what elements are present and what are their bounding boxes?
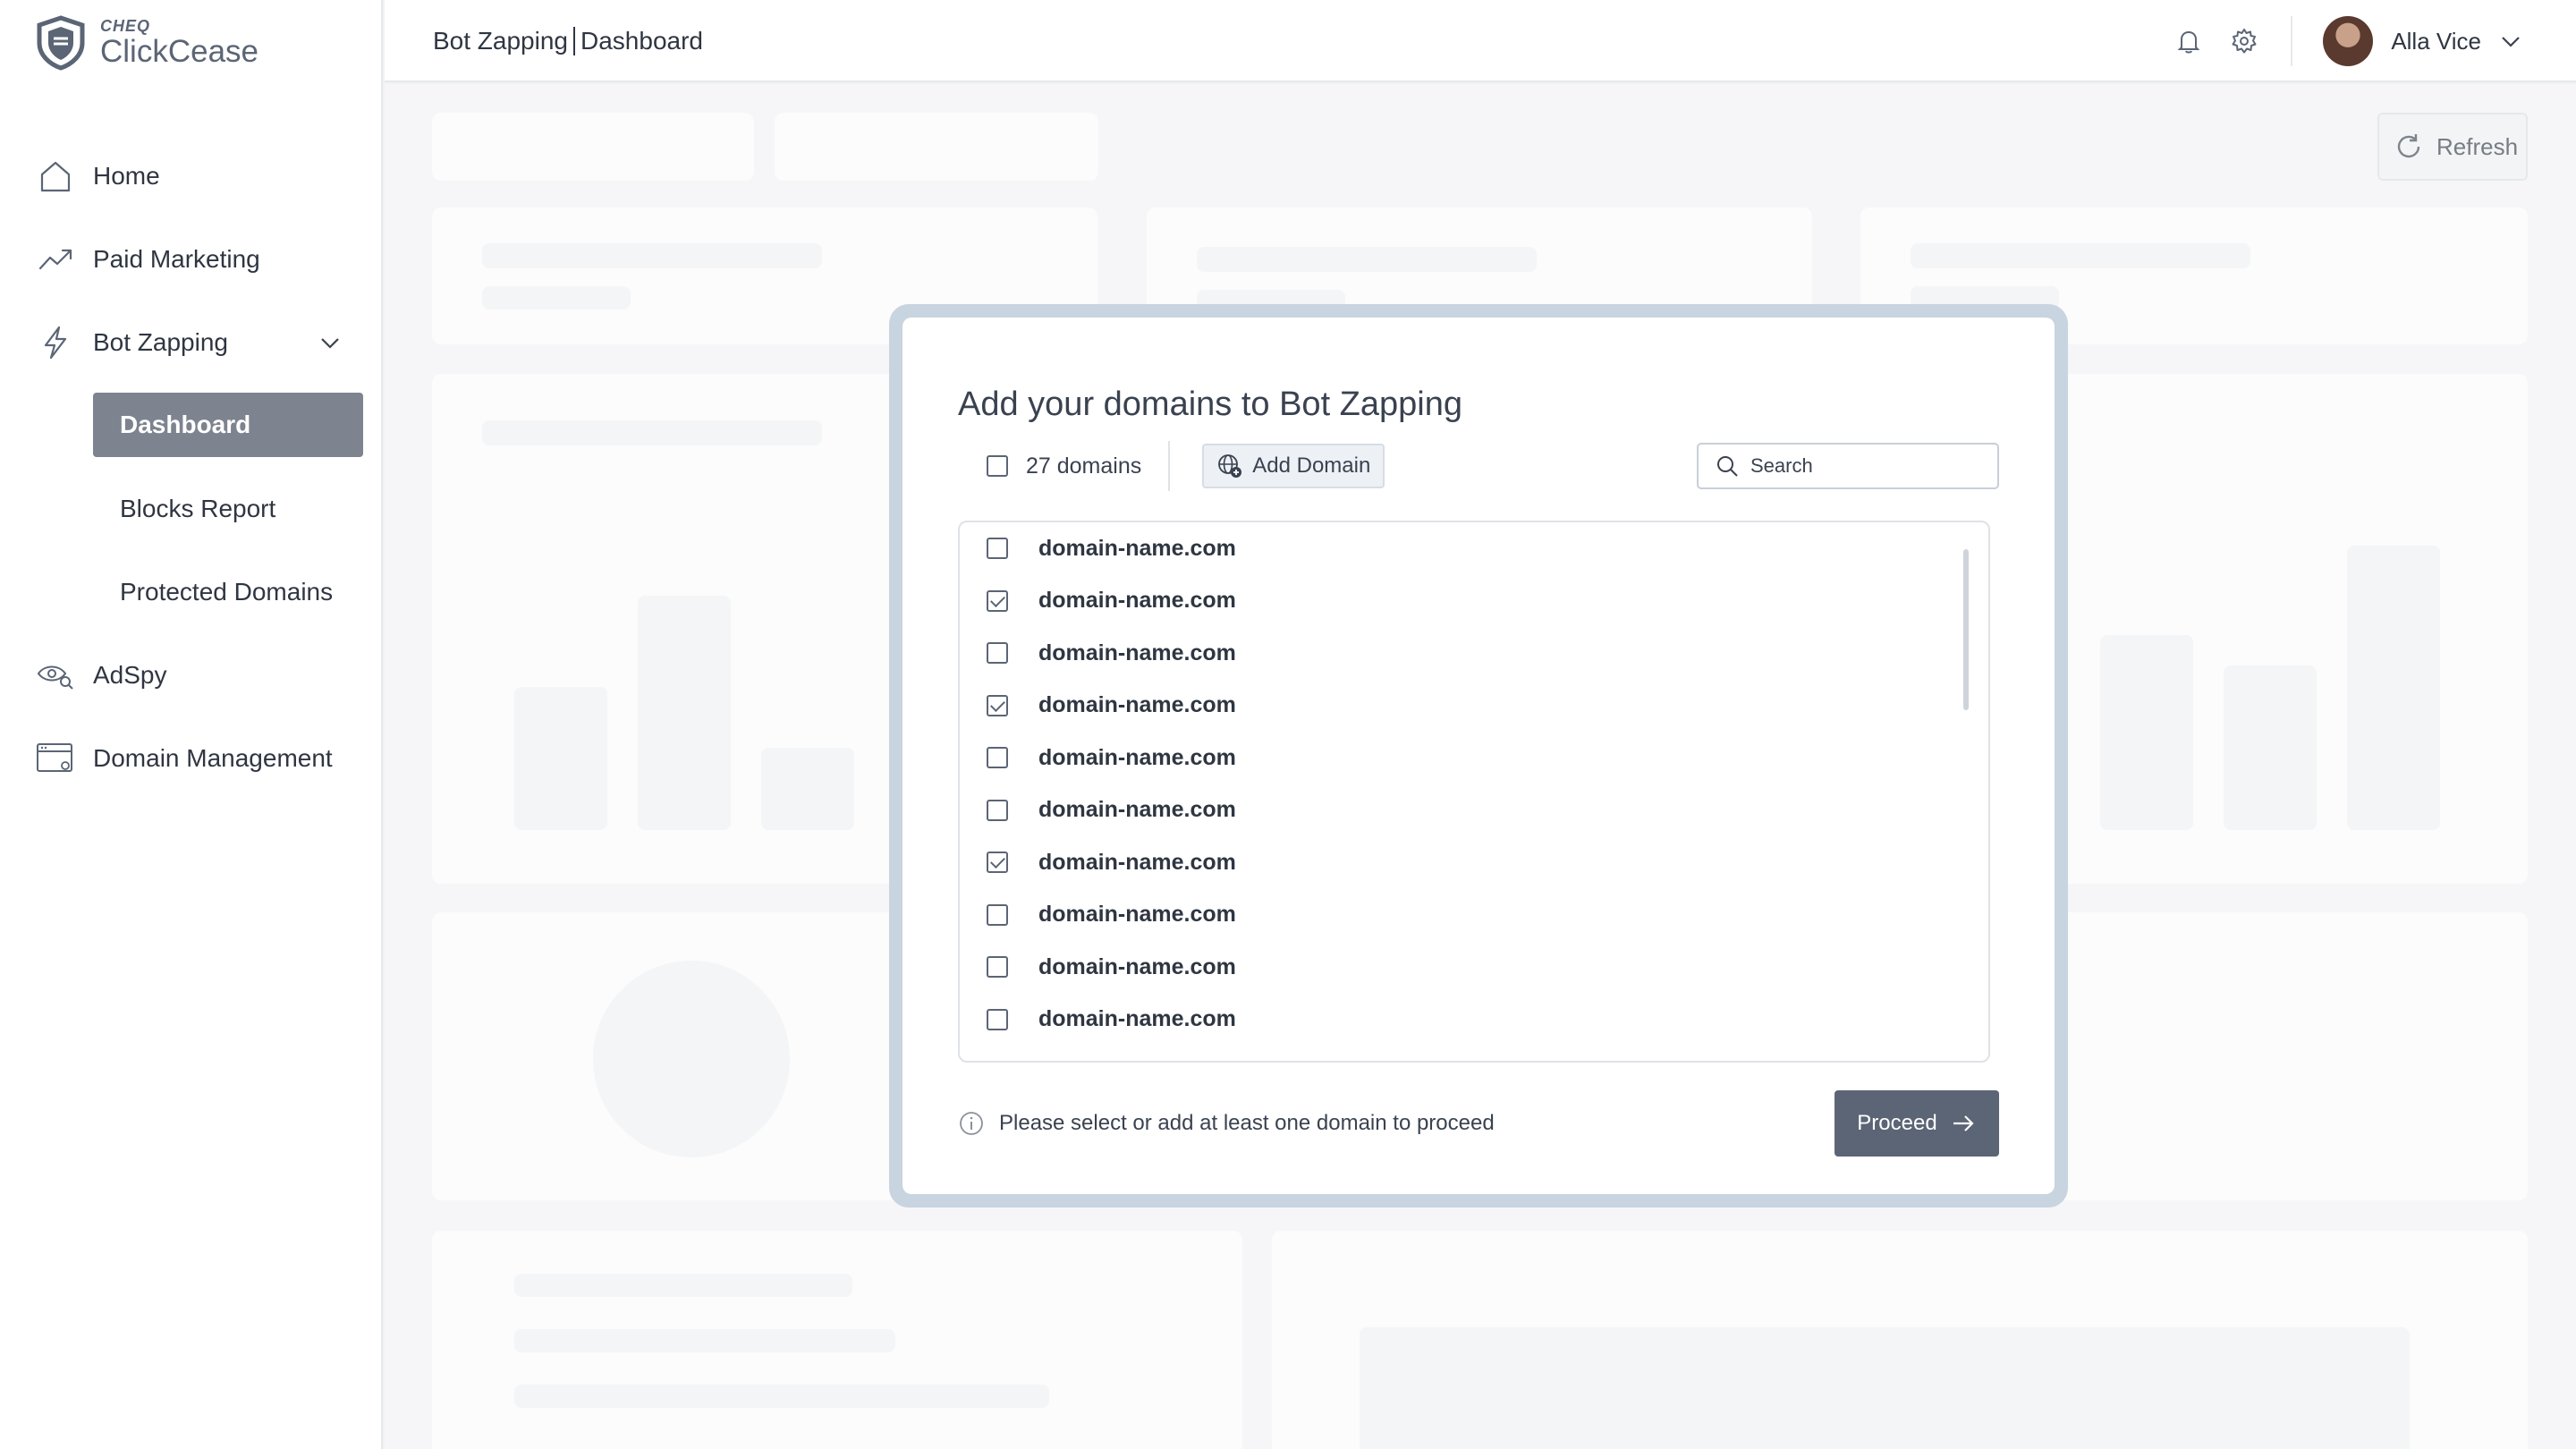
domain-row[interactable]: domain-name.com	[960, 994, 1988, 1046]
modal-title: Add your domains to Bot Zapping	[958, 386, 1463, 423]
domain-row[interactable]: domain-name.com	[960, 889, 1988, 942]
domain-checkbox[interactable]	[987, 852, 1008, 874]
search-input[interactable]	[1750, 454, 1983, 478]
domain-rows: domain-name.com domain-name.com domain-nam…	[960, 522, 1988, 1046]
domain-name: domain-name.com	[1038, 902, 1236, 928]
brand-name: ClickCease	[100, 34, 258, 69]
home-icon	[36, 157, 75, 196]
clickcease-logo[interactable]: CHEQ ClickCease	[32, 14, 258, 72]
trend-up-icon	[36, 240, 75, 279]
domain-row[interactable]: domain-name.com	[960, 575, 1988, 628]
modal-toolbar: 27 domains Add Domain	[958, 441, 1999, 491]
domain-name: domain-name.com	[1038, 849, 1236, 875]
sidebar-subitem-dashboard[interactable]: Dashboard	[93, 393, 363, 457]
domain-name: domain-name.com	[1038, 692, 1236, 718]
breadcrumb-page: Dashboard	[580, 27, 703, 55]
sidebar-item-home[interactable]: Home	[0, 134, 383, 217]
sidebar-item-adspy[interactable]: AdSpy	[0, 633, 383, 716]
add-domains-modal: Add your domains to Bot Zapping 27 domai…	[889, 304, 2068, 1208]
domain-row[interactable]: domain-name.com	[960, 941, 1988, 994]
domain-list[interactable]: domain-name.com domain-name.com domain-nam…	[958, 521, 1990, 1063]
sidebar-subitem-blocks-report[interactable]: Blocks Report	[0, 467, 383, 550]
domain-row[interactable]: domain-name.com	[960, 784, 1988, 837]
domain-name: domain-name.com	[1038, 953, 1236, 979]
domain-checkbox[interactable]	[987, 694, 1008, 716]
sidebar-item-label: Domain Management	[93, 743, 333, 772]
domain-name: domain-name.com	[1038, 797, 1236, 823]
select-all-checkbox[interactable]	[987, 455, 1008, 477]
domain-checkbox[interactable]	[987, 903, 1008, 926]
domain-checkbox[interactable]	[987, 589, 1008, 612]
domain-checkbox[interactable]	[987, 1008, 1008, 1030]
globe-plus-icon	[1218, 454, 1242, 478]
info-icon	[960, 1112, 983, 1135]
modal-body: Add your domains to Bot Zapping 27 domai…	[902, 318, 2055, 1194]
search-icon	[1717, 456, 1738, 477]
domain-row[interactable]: domain-name.com	[960, 680, 1988, 733]
shield-logo-icon	[37, 15, 85, 71]
lightning-icon	[36, 323, 75, 362]
search-box[interactable]	[1697, 443, 1999, 489]
add-domain-label: Add Domain	[1252, 453, 1371, 478]
header-divider	[2291, 16, 2293, 66]
proceed-label: Proceed	[1857, 1111, 1937, 1135]
domain-checkbox[interactable]	[987, 956, 1008, 979]
domain-row[interactable]: domain-name.com	[960, 522, 1988, 575]
sidebar-item-label: Home	[93, 161, 160, 190]
domain-row[interactable]: domain-name.com	[960, 836, 1988, 889]
bell-icon[interactable]	[2171, 23, 2207, 59]
browser-window-icon	[36, 739, 75, 778]
top-header: Bot Zapping Dashboard Alla Vice	[385, 0, 2576, 82]
chevron-down-icon	[321, 338, 339, 349]
domain-checkbox[interactable]	[987, 642, 1008, 665]
proceed-button[interactable]: Proceed	[1835, 1090, 1999, 1157]
sidebar-subitem-protected-domains[interactable]: Protected Domains	[0, 550, 383, 633]
info-note-text: Please select or add at least one domain…	[999, 1111, 1495, 1135]
domain-name: domain-name.com	[1038, 1006, 1236, 1032]
sidebar: CHEQ ClickCease Home Paid Marketing Bot …	[0, 0, 383, 1449]
brand-small: CHEQ	[100, 17, 151, 35]
domain-checkbox[interactable]	[987, 799, 1008, 821]
domain-checkbox[interactable]	[987, 747, 1008, 769]
breadcrumb-separator	[573, 27, 575, 55]
scrollbar[interactable]	[1963, 549, 1969, 710]
domain-count: 27 domains	[1026, 453, 1142, 479]
main-nav: Home Paid Marketing Bot Zapping Dashboar…	[0, 134, 383, 800]
domain-name: domain-name.com	[1038, 744, 1236, 770]
domain-name: domain-name.com	[1038, 535, 1236, 561]
sidebar-item-bot-zapping[interactable]: Bot Zapping	[0, 301, 383, 384]
info-note: Please select or add at least one domain…	[958, 1110, 1495, 1137]
sidebar-item-paid-marketing[interactable]: Paid Marketing	[0, 217, 383, 301]
avatar[interactable]	[2323, 16, 2374, 66]
domain-row[interactable]: domain-name.com	[960, 627, 1988, 680]
eye-search-icon	[36, 656, 75, 695]
domain-checkbox[interactable]	[987, 538, 1008, 560]
sidebar-item-label: AdSpy	[93, 660, 167, 689]
sidebar-item-label: Bot Zapping	[93, 327, 228, 356]
domain-row[interactable]: domain-name.com	[960, 732, 1988, 784]
gear-icon[interactable]	[2226, 23, 2262, 59]
arrow-right-icon	[1953, 1115, 1974, 1131]
sidebar-item-domain-management[interactable]: Domain Management	[0, 716, 383, 800]
domain-name: domain-name.com	[1038, 640, 1236, 665]
sidebar-item-label: Paid Marketing	[93, 244, 260, 273]
domain-name: domain-name.com	[1038, 588, 1236, 614]
breadcrumb-section[interactable]: Bot Zapping	[433, 27, 568, 55]
toolbar-divider	[1168, 441, 1171, 491]
chevron-down-icon[interactable]	[2499, 30, 2522, 53]
user-name[interactable]: Alla Vice	[2391, 28, 2481, 55]
add-domain-button[interactable]: Add Domain	[1202, 444, 1385, 488]
breadcrumb: Bot Zapping Dashboard	[433, 27, 703, 55]
